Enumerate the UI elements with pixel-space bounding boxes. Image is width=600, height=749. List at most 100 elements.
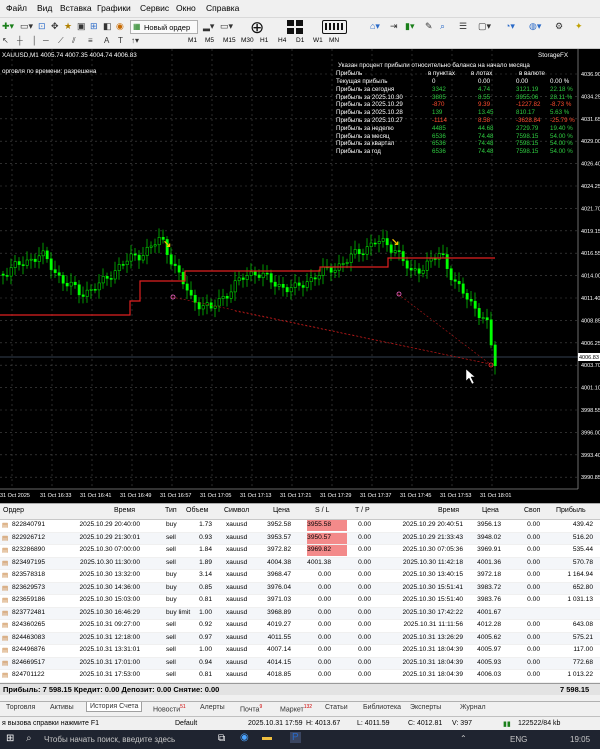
- col-sl[interactable]: S / L: [315, 507, 329, 514]
- label-tool-icon[interactable]: T: [118, 36, 123, 45]
- table-row[interactable]: ▤ 824360265 2025.10.31 09:27:00 sell 0.92 xau…: [0, 620, 600, 632]
- zoom-in-icon[interactable]: ⊕: [250, 18, 264, 38]
- clock-icon[interactable]: ◔▾: [505, 21, 515, 32]
- tab-9[interactable]: Эксперты: [410, 704, 441, 711]
- network-icon[interactable]: ⌃: [460, 734, 467, 743]
- table-row[interactable]: ▤ 822840791 2025.10.29 20:40:00 buy 1.73 xauu…: [0, 520, 600, 532]
- table-row[interactable]: ▤ 824463083 2025.10.31 12:18:00 sell 0.97 xau…: [0, 632, 600, 645]
- close-time-cell: 2025.10.31 18:04:39: [402, 671, 464, 678]
- taskbar-time[interactable]: 19:05: [570, 735, 590, 744]
- fibonacci-icon[interactable]: ≡: [88, 36, 93, 45]
- vertical-line-icon[interactable]: │: [32, 36, 37, 45]
- tab-6[interactable]: Маркет132: [280, 704, 312, 713]
- community-icon[interactable]: ☰: [459, 21, 467, 32]
- terminal-icon[interactable]: ▣: [77, 21, 86, 32]
- menu-charts[interactable]: Графики: [97, 3, 131, 13]
- tab-2[interactable]: История Счета: [86, 702, 143, 712]
- taskbar-search-text[interactable]: Чтобы начать поиск, введите здесь: [44, 735, 175, 744]
- table-row[interactable]: ▤ 824669517 2025.10.31 17:01:00 sell 0.94 xau…: [0, 657, 600, 670]
- table-row[interactable]: ▤ 824496876 2025.10.31 13:31:01 sell 1.00 xau…: [0, 645, 600, 657]
- timeframe-h4[interactable]: H4: [278, 37, 286, 44]
- chart-type-icon[interactable]: ▂▾: [203, 21, 214, 32]
- timeframe-m1[interactable]: M1: [188, 37, 197, 44]
- lightbulb-icon[interactable]: ✦: [575, 21, 583, 32]
- data-window-icon[interactable]: ✥: [51, 21, 59, 32]
- crosshair-icon[interactable]: ┼: [17, 36, 23, 45]
- col-symbol[interactable]: Символ: [224, 507, 249, 514]
- profiles-icon[interactable]: ▭▾: [20, 21, 33, 32]
- taskbar-search-icon[interactable]: ⌕: [26, 733, 32, 744]
- explorer-icon[interactable]: ▬: [262, 732, 272, 743]
- settings-icon[interactable]: ⚙: [555, 21, 563, 32]
- timeframe-d1[interactable]: D1: [296, 37, 304, 44]
- price-chart[interactable]: ↘ ↘ 4036.90 4034.25 4031.65 4029.00 4026.40 40…: [0, 49, 600, 503]
- table-row[interactable]: ▤ 823497195 2025.10.30 11:30:00 sell 1.89 xau…: [0, 557, 600, 570]
- search-icon[interactable]: ⌕: [440, 21, 445, 32]
- chart-bars-icon[interactable]: ▮▾: [405, 21, 414, 32]
- tab-3[interactable]: Новости51: [153, 704, 186, 713]
- table-row[interactable]: ▤ 823578318 2025.10.30 13:32:00 buy 3.14 xauu…: [0, 570, 600, 582]
- tab-10[interactable]: Журнал: [460, 704, 486, 711]
- col-profit[interactable]: Прибыль: [556, 507, 586, 514]
- globe-icon[interactable]: ◍▾: [529, 21, 541, 32]
- timeframe-m30[interactable]: M30: [241, 37, 254, 44]
- table-row[interactable]: ▤ 824701122 2025.10.31 17:53:00 sell 0.81 xau…: [0, 670, 600, 682]
- menu-view[interactable]: Вид: [37, 3, 52, 13]
- tab-1[interactable]: Активы: [50, 704, 74, 711]
- menu-tools[interactable]: Сервис: [140, 3, 169, 13]
- timeframe-m15[interactable]: M15: [223, 37, 236, 44]
- new-order-button[interactable]: ▦ Новый ордер: [130, 20, 198, 34]
- metatrader-taskbar-icon[interactable]: P: [290, 732, 301, 743]
- menu-insert[interactable]: Вставка: [60, 3, 92, 13]
- col-swap[interactable]: Своп: [524, 507, 540, 514]
- tab-5[interactable]: Почта9: [240, 704, 262, 713]
- trendline-icon[interactable]: ⟋: [58, 36, 64, 46]
- timeframe-mn[interactable]: MN: [329, 37, 339, 44]
- autotrading-icon[interactable]: ◉: [116, 21, 124, 32]
- col-volume[interactable]: Объем: [186, 507, 208, 514]
- edge-icon[interactable]: ◉: [240, 732, 249, 743]
- horizontal-line-icon[interactable]: ─: [43, 36, 49, 45]
- new-chart-icon[interactable]: ✚▾: [2, 21, 14, 32]
- table-row[interactable]: ▤ 823659186 2025.10.30 15:03:00 buy 0.81 xauu…: [0, 595, 600, 607]
- signals-icon[interactable]: ✎: [425, 21, 433, 32]
- col-time[interactable]: Время: [114, 507, 135, 514]
- metaeditor-icon[interactable]: ◧: [103, 21, 112, 32]
- col-type[interactable]: Тип: [165, 507, 177, 514]
- timeframe-w1[interactable]: W1: [313, 37, 323, 44]
- tile-windows-icon[interactable]: [287, 20, 304, 34]
- indicators-icon[interactable]: ▭▾: [220, 21, 233, 32]
- navigator-icon[interactable]: ★: [64, 21, 72, 32]
- table-row[interactable]: ▤ 823629573 2025.10.30 14:36:00 buy 0.85 xauu…: [0, 582, 600, 595]
- arrow-tool-icon[interactable]: ↑▾: [131, 36, 139, 45]
- keyboard-icon[interactable]: [322, 20, 347, 34]
- menu-help[interactable]: Справка: [206, 3, 239, 13]
- col-tp[interactable]: T / P: [355, 507, 370, 514]
- col-close-time[interactable]: Время: [438, 507, 459, 514]
- vps-icon[interactable]: ▢▾: [478, 21, 491, 32]
- timeframe-m5[interactable]: M5: [205, 37, 214, 44]
- channel-icon[interactable]: ⫽: [72, 36, 76, 46]
- table-row[interactable]: ▤ 822926712 2025.10.29 21:30:01 sell 0.93 xau…: [0, 532, 600, 545]
- market-watch-icon[interactable]: ⊡: [38, 21, 46, 32]
- col-close-price[interactable]: Цена: [482, 507, 499, 514]
- autoscroll-icon[interactable]: ⇥: [390, 21, 398, 32]
- tab-7[interactable]: Статьи: [325, 704, 348, 711]
- table-row[interactable]: ▤ 823286890 2025.10.30 07:00:00 sell 1.84 xau…: [0, 545, 600, 557]
- col-order[interactable]: Ордер: [3, 507, 24, 514]
- col-price[interactable]: Цена: [273, 507, 290, 514]
- timeframe-h1[interactable]: H1: [260, 37, 268, 44]
- task-view-icon[interactable]: ⧉: [218, 733, 225, 744]
- tab-0[interactable]: Торговля: [6, 704, 35, 711]
- tester-icon[interactable]: ⊞: [90, 21, 98, 32]
- text-tool-icon[interactable]: A: [104, 36, 109, 45]
- cursor-icon[interactable]: ↖: [2, 36, 9, 45]
- windows-start-icon[interactable]: ⊞: [6, 733, 14, 744]
- menu-window[interactable]: Окно: [176, 3, 196, 13]
- chart-shift-icon[interactable]: ⌂▾: [370, 21, 380, 32]
- taskbar-lang[interactable]: ENG: [510, 735, 527, 744]
- tab-4[interactable]: Алерты: [200, 704, 225, 711]
- table-row[interactable]: ▤ 823772481 2025.10.30 16:46:29 buy limit 1.…: [0, 607, 600, 620]
- menu-file[interactable]: Файл: [6, 3, 27, 13]
- tab-8[interactable]: Библиотека: [363, 704, 401, 711]
